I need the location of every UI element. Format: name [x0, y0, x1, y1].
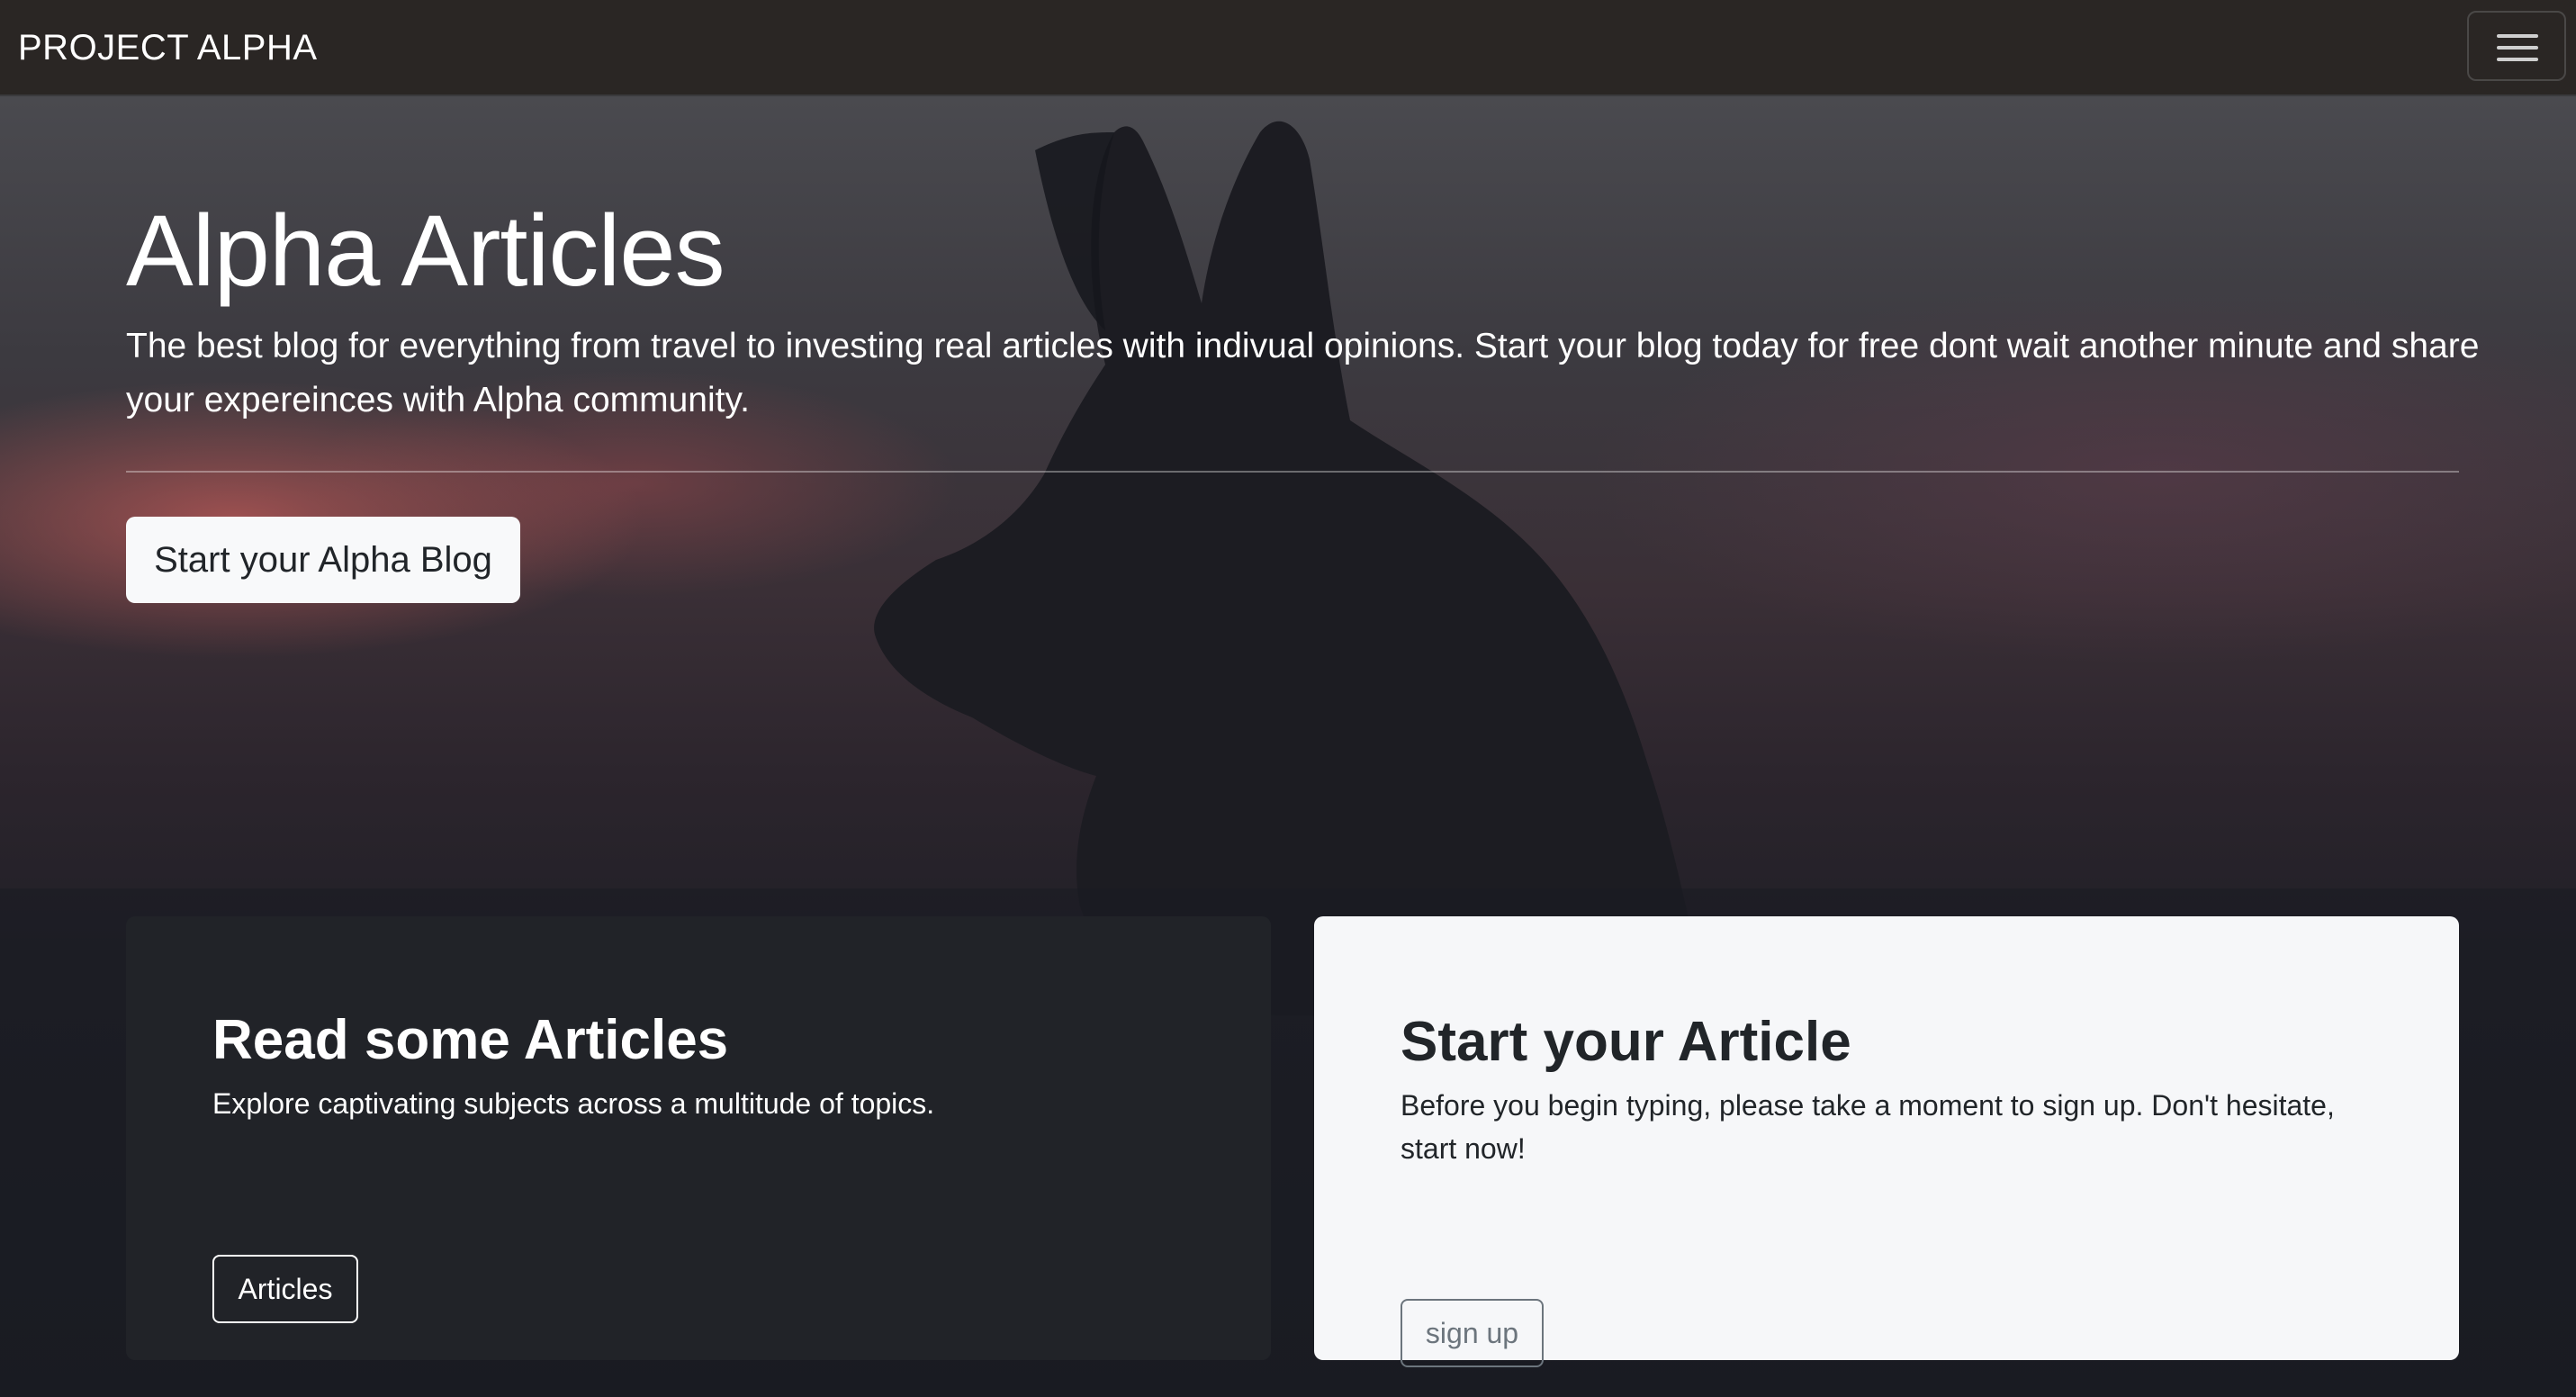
read-articles-card: Read some Articles Explore captivating s… [126, 916, 1271, 1360]
start-blog-button[interactable]: Start your Alpha Blog [126, 517, 520, 603]
top-navbar: PROJECT ALPHA [0, 0, 2576, 96]
hero-title: Alpha Articles [126, 194, 725, 307]
read-articles-title: Read some Articles [212, 1009, 729, 1071]
hamburger-menu-icon[interactable] [2467, 11, 2566, 81]
read-articles-text: Explore captivating subjects across a mu… [212, 1087, 935, 1120]
menu-bar-line [2497, 58, 2538, 61]
sign-up-button[interactable]: sign up [1401, 1299, 1544, 1367]
hero-lead-text: The best blog for everything from travel… [126, 327, 2480, 419]
start-article-card: Start your Article Before you begin typi… [1314, 916, 2459, 1367]
hero-divider [126, 471, 2459, 473]
start-article-text: Before you begin typing, please take a m… [1401, 1089, 2335, 1165]
brand-logo-link[interactable]: PROJECT ALPHA [18, 25, 318, 70]
menu-bar-line [2497, 46, 2538, 50]
articles-button[interactable]: Articles [212, 1255, 358, 1323]
menu-bar-line [2497, 34, 2538, 38]
start-article-title: Start your Article [1401, 1011, 1851, 1073]
hero-section: Alpha Articles The best blog for everyth… [0, 96, 2576, 1397]
